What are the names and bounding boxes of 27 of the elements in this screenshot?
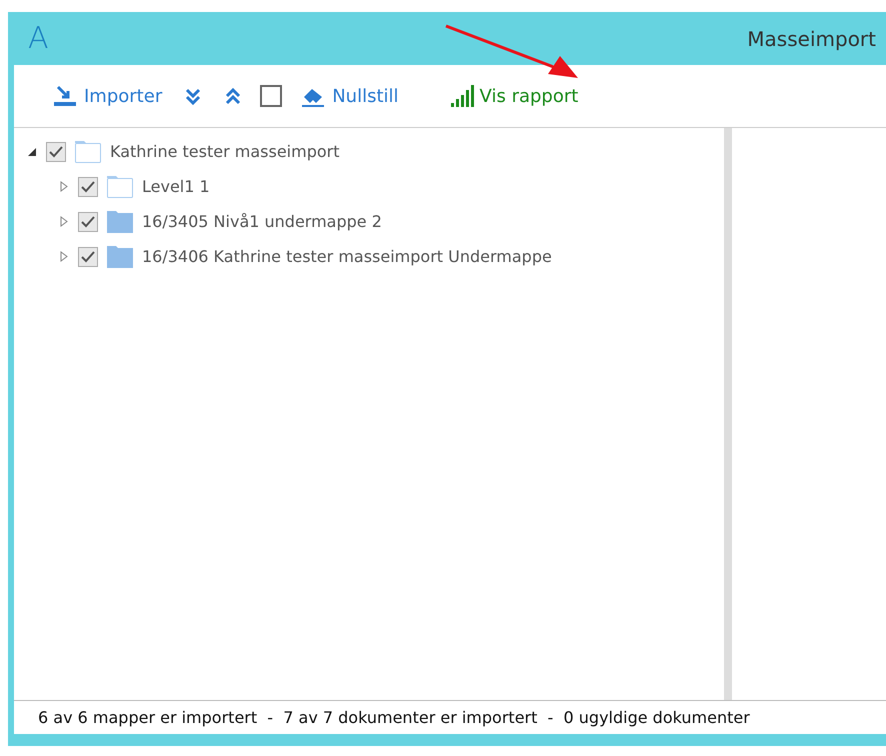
bar-chart-icon [450, 85, 474, 107]
collapsed-arrow-icon[interactable] [58, 216, 70, 228]
checkbox[interactable] [78, 176, 98, 196]
select-all-checkbox[interactable] [260, 85, 282, 107]
tree-item[interactable]: Level1 1 [22, 169, 724, 204]
window-title: Masseimport [747, 26, 876, 52]
checkbox[interactable] [78, 246, 98, 266]
checkbox[interactable] [46, 142, 66, 162]
app-logo: A [28, 24, 49, 54]
expanded-arrow-icon[interactable] [26, 146, 38, 158]
import-icon [52, 85, 78, 107]
tree-item[interactable]: 16/3406 Kathrine tester masseimport Undermappe [22, 239, 724, 274]
folder-label: Kathrine tester masseimport [110, 140, 340, 162]
collapsed-arrow-icon[interactable] [58, 180, 70, 192]
folder-label: 16/3406 Kathrine tester masseimport Undermappe [142, 246, 552, 268]
tree-item[interactable]: Kathrine tester masseimport [22, 134, 724, 169]
folder-label: Level1 1 [142, 176, 210, 198]
tree-item[interactable]: 16/3405 Nivå1 undermappe 2 [22, 204, 724, 239]
report-button[interactable]: Vis rapport [446, 80, 582, 112]
reset-button[interactable]: Nullstill [296, 80, 403, 112]
status-text: 6 av 6 mapper er importert - 7 av 7 dokumenter er importert - 0 ugyldige dokumenter [38, 706, 750, 728]
import-button[interactable]: Importer [48, 80, 166, 112]
folder-label: 16/3405 Nivå1 undermappe 2 [142, 210, 382, 232]
checkbox[interactable] [78, 212, 98, 232]
double-chevron-down-icon [184, 87, 202, 105]
collapsed-arrow-icon[interactable] [58, 250, 70, 262]
double-chevron-up-icon [224, 87, 242, 105]
